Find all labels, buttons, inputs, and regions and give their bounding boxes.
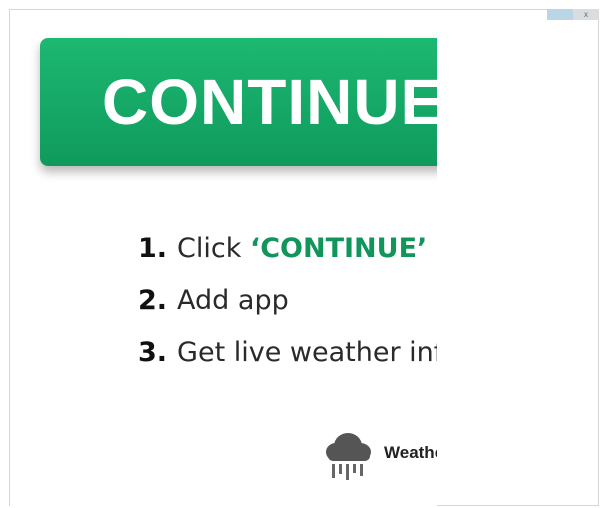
adchoices-badge[interactable]: x	[547, 9, 599, 20]
adchoices-icon[interactable]	[547, 9, 573, 20]
brand-name: Weather	[384, 443, 437, 462]
brand-logo[interactable]: Weather	[318, 424, 437, 482]
steps-list: 1. Click ‘CONTINUE’ 2. Add app 3. Get live …	[138, 230, 437, 386]
cloud-rain-icon	[326, 433, 371, 480]
step-3-number: 3.	[138, 337, 168, 368]
step-1-highlight: ‘CONTINUE’	[249, 233, 428, 264]
ad-content: CONTINUE 1. Click ‘CONTINUE’ 2. Add app 3.…	[10, 10, 437, 506]
step-2: 2. Add app	[138, 282, 437, 334]
step-2-text: Add app	[177, 285, 289, 316]
close-icon[interactable]: x	[573, 9, 599, 20]
continue-button[interactable]: CONTINUE	[40, 38, 437, 166]
step-1: 1. Click ‘CONTINUE’	[138, 230, 437, 282]
step-1-number: 1.	[138, 233, 168, 264]
continue-button-label: CONTINUE	[102, 66, 437, 138]
step-3: 3. Get live weather info	[138, 334, 437, 386]
step-3-text: Get live weather info	[177, 337, 437, 368]
step-2-number: 2.	[138, 285, 168, 316]
step-1-text: Click	[177, 233, 250, 264]
